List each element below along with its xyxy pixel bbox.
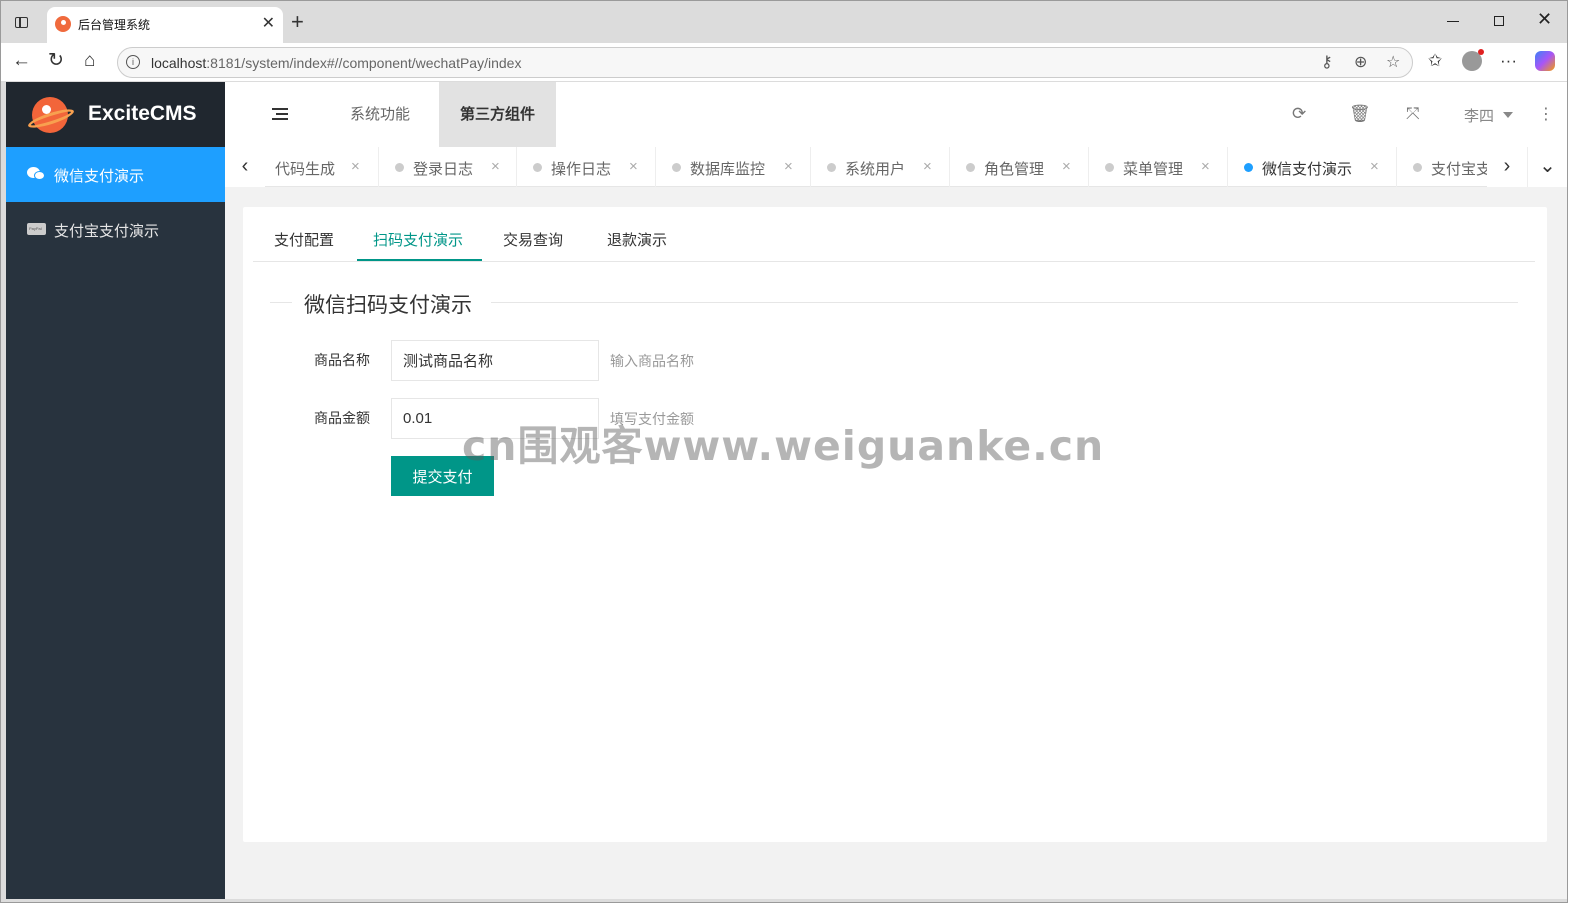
close-icon[interactable]: ×	[923, 158, 932, 175]
browser-tab[interactable]: 后台管理系统 ✕	[47, 7, 283, 43]
logo-area[interactable]: ExciteCMS	[6, 82, 225, 147]
sidebar-item-label: 支付宝支付演示	[54, 223, 160, 240]
favorites-icon[interactable]: ✩	[1428, 51, 1442, 71]
tab-operation-log[interactable]: 操作日志 ×	[517, 147, 656, 187]
chevron-down-icon[interactable]	[1503, 112, 1513, 118]
sidebar-item-label: 微信支付演示	[54, 168, 145, 185]
new-tab-icon[interactable]: +	[291, 9, 304, 35]
browser-toolbar: ← ↻ ⌂ i localhost:8181/system/index#//co…	[1, 43, 1567, 81]
tab-role-management[interactable]: 角色管理 ×	[950, 147, 1089, 187]
favicon-icon	[55, 16, 71, 32]
close-icon[interactable]: ×	[1370, 158, 1379, 175]
sidebar: ExciteCMS 微信支付演示 支付宝支付演示	[6, 82, 225, 899]
tab-wechat-pay[interactable]: 微信支付演示 ×	[1228, 147, 1397, 187]
sidebar-toggle-icon[interactable]	[11, 12, 31, 32]
tabs-right-icon[interactable]: ›	[1487, 147, 1527, 187]
more-options-icon[interactable]: ···	[1500, 51, 1517, 71]
subtab-qr-pay[interactable]: 扫码支付演示	[373, 229, 463, 250]
refresh-icon[interactable]: ⟳	[1292, 104, 1306, 124]
product-name-hint: 输入商品名称	[610, 353, 694, 369]
section-legend: 微信扫码支付演示	[304, 294, 472, 317]
tab-code-gen[interactable]: 代码生成 ×	[265, 147, 379, 187]
fullscreen-icon[interactable]: ⤧	[1406, 104, 1420, 124]
close-window-icon[interactable]: ✕	[1537, 9, 1552, 30]
sidebar-item-wechat-pay[interactable]: 微信支付演示	[6, 147, 225, 202]
key-icon[interactable]: ⚷	[1321, 52, 1333, 72]
minimize-icon[interactable]	[1447, 21, 1459, 22]
tabs-scroll: 代码生成 × 登录日志 × 操作日志 × 数据库监控 × 系统用户 × 角色管理 ×	[265, 147, 1487, 187]
close-icon[interactable]: ×	[351, 158, 360, 175]
active-subtab-indicator	[357, 259, 482, 261]
menu-toggle-icon[interactable]	[272, 108, 288, 120]
back-icon[interactable]: ←	[12, 49, 31, 73]
address-bar[interactable]: i localhost:8181/system/index#//componen…	[117, 47, 1413, 78]
product-name-label: 商品名称	[314, 352, 370, 368]
watermark: cn围观客www.weiguanke.cn	[462, 422, 1105, 470]
trash-icon[interactable]: 🗑	[1349, 104, 1371, 124]
content-card: 支付配置 扫码支付演示 交易查询 退款演示 微信扫码支付演示 商品名称 输入商品…	[243, 207, 1547, 842]
home-icon[interactable]: ⌂	[84, 49, 95, 73]
tabs-left-icon[interactable]: ‹	[225, 147, 265, 187]
sidebar-item-alipay[interactable]: 支付宝支付演示	[6, 202, 225, 257]
tab-system-users[interactable]: 系统用户 ×	[811, 147, 950, 187]
more-vertical-icon[interactable]: ⋮	[1538, 104, 1554, 124]
wechat-icon	[27, 166, 45, 182]
maximize-icon[interactable]	[1494, 16, 1504, 26]
close-icon[interactable]: ×	[629, 158, 638, 175]
subtab-refund[interactable]: 退款演示	[607, 229, 667, 250]
browser-tab-title: 后台管理系统	[78, 18, 151, 32]
logo-text: ExciteCMS	[88, 102, 197, 125]
close-icon[interactable]: ×	[1062, 158, 1071, 175]
refresh-icon[interactable]: ↻	[48, 49, 64, 73]
zoom-icon[interactable]: ⊕	[1354, 52, 1367, 72]
close-icon[interactable]: ×	[491, 158, 500, 175]
product-name-input[interactable]	[391, 340, 599, 381]
subtab-trade-query[interactable]: 交易查询	[503, 229, 563, 250]
tabs-dropdown-icon[interactable]: ⌄	[1527, 147, 1567, 187]
nav-third-party[interactable]: 第三方组件	[439, 82, 557, 147]
subtab-bar: 支付配置 扫码支付演示 交易查询 退款演示	[253, 207, 1535, 262]
favorite-star-icon[interactable]: ☆	[1386, 52, 1400, 72]
tab-alipay[interactable]: 支付宝支付	[1397, 147, 1487, 187]
close-icon[interactable]: ×	[1201, 158, 1210, 175]
card-icon	[27, 221, 46, 237]
site-info-icon[interactable]: i	[126, 55, 140, 69]
app-root: ExciteCMS 微信支付演示 支付宝支付演示 系统功能 第三方组件 ⟳ 🗑 …	[6, 82, 1567, 899]
app-header: 系统功能 第三方组件 ⟳ 🗑 ⤧ 李四 ⋮	[225, 82, 1567, 147]
user-name[interactable]: 李四	[1464, 105, 1494, 126]
nav-system-functions[interactable]: 系统功能	[329, 82, 431, 147]
close-icon[interactable]: ×	[784, 158, 793, 175]
profile-avatar-icon[interactable]	[1462, 49, 1484, 71]
subtab-pay-config[interactable]: 支付配置	[274, 229, 334, 250]
tab-menu-management[interactable]: 菜单管理 ×	[1089, 147, 1228, 187]
amount-label: 商品金额	[314, 410, 370, 426]
address-url: localhost:8181/system/index#//component/…	[151, 55, 522, 71]
copilot-icon[interactable]	[1535, 51, 1555, 71]
tab-login-log[interactable]: 登录日志 ×	[379, 147, 517, 187]
tab-db-monitor[interactable]: 数据库监控 ×	[656, 147, 811, 187]
page-tabbar: ‹ 代码生成 × 登录日志 × 操作日志 × 数据库监控 × 系统用户 × 角色…	[225, 147, 1567, 187]
logo-icon	[26, 95, 76, 135]
browser-titlebar: 后台管理系统 ✕ + ✕	[1, 1, 1567, 43]
close-tab-icon[interactable]: ✕	[262, 13, 275, 33]
